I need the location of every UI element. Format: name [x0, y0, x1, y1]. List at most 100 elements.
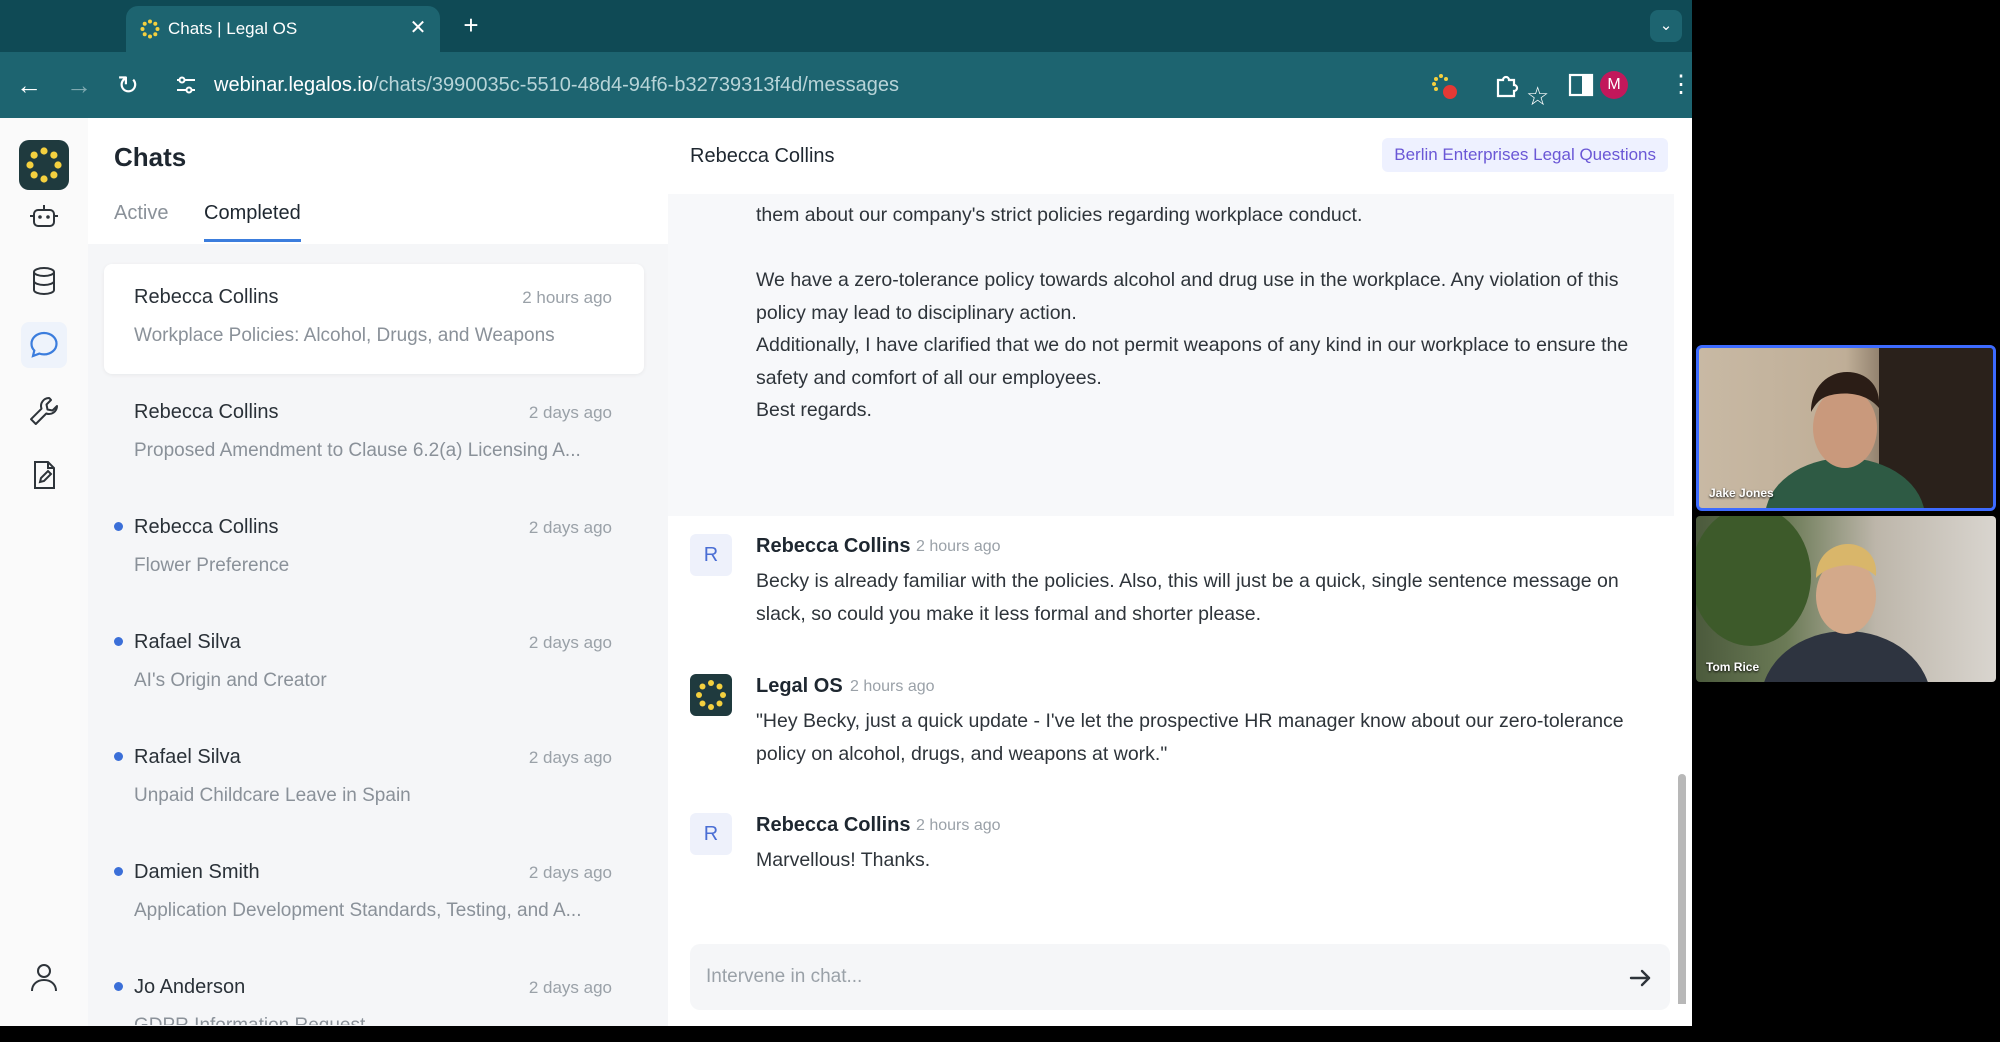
- chat-list-item[interactable]: Rafael Silva 2 days ago Unpaid Childcare…: [104, 724, 644, 834]
- message-paragraph: Additionally, I have clarified that we d…: [756, 334, 1629, 389]
- chat-list-item[interactable]: Jo Anderson 2 days ago GDPR Information …: [104, 954, 644, 1026]
- intervene-input[interactable]: [706, 962, 1586, 992]
- tab-active[interactable]: Active: [114, 202, 168, 239]
- tab-title: Chats | Legal OS: [168, 19, 298, 38]
- robot-icon[interactable]: [27, 200, 61, 234]
- chat-item-name: Damien Smith: [134, 861, 260, 883]
- message-text: "Hey Becky, just a quick update - I've l…: [756, 710, 1624, 765]
- address-bar[interactable]: webinar.legalos.io/chats/3990035c-5510-4…: [170, 63, 1549, 111]
- chat-list-item[interactable]: Rafael Silva 2 days ago AI's Origin and …: [104, 609, 644, 719]
- chat-item-time: 2 days ago: [528, 863, 612, 882]
- chat-item-time: 2 days ago: [528, 518, 612, 537]
- chat-item-subject: Application Development Standards, Testi…: [134, 900, 582, 921]
- back-arrow-icon[interactable]: ←: [12, 68, 46, 102]
- message-author: Rebecca Collins: [756, 535, 911, 557]
- avatar: R: [690, 813, 732, 855]
- chat-item-time: 2 hours ago: [522, 288, 612, 307]
- nav-rail: [0, 118, 88, 1026]
- chat-panel: Rebecca Collins Berlin Enterprises Legal…: [668, 118, 1692, 1026]
- chat-item-name: Rebecca Collins: [134, 516, 279, 538]
- wrench-icon[interactable]: [27, 394, 61, 428]
- video-tile[interactable]: Jake Jones: [1696, 345, 1996, 511]
- nav-chats[interactable]: [21, 322, 67, 368]
- chat-item-name: Rebecca Collins: [134, 286, 279, 308]
- participant-name: Tom Rice: [1706, 660, 1760, 674]
- chat-item-time: 2 days ago: [528, 403, 612, 422]
- browser-window: Chats | Legal OS ✕ + ⌄ ← → ↻ webinar.leg…: [0, 0, 1692, 1026]
- chat-list-item[interactable]: Rebecca Collins 2 hours ago Workplace Po…: [104, 264, 644, 374]
- participant-video: [1766, 348, 1993, 508]
- chat-item-name: Rebecca Collins: [134, 401, 279, 423]
- chat-item-subject: Workplace Policies: Alcohol, Drugs, and …: [134, 325, 555, 346]
- message-time: 2 hours ago: [916, 817, 1001, 834]
- chat-list-item[interactable]: Damien Smith 2 days ago Application Deve…: [104, 839, 644, 949]
- avatar: [690, 674, 732, 716]
- spinner-logo-icon: [140, 19, 160, 39]
- avatar: R: [690, 534, 732, 576]
- browser-tab[interactable]: Chats | Legal OS ✕: [126, 6, 440, 52]
- extension-logo-icon[interactable]: [1430, 72, 1460, 102]
- chat-item-subject: Unpaid Childcare Leave in Spain: [134, 785, 411, 806]
- message-time: 2 hours ago: [850, 678, 935, 695]
- chat-item-time: 2 days ago: [528, 633, 612, 652]
- tab-strip: Chats | Legal OS ✕ + ⌄: [0, 0, 1692, 52]
- chat-bubble-icon: [30, 331, 58, 358]
- chat-list-header: Chats Active Completed: [88, 118, 668, 244]
- chat-item-name: Jo Anderson: [134, 976, 246, 998]
- transcript-scrollbar[interactable]: [1675, 194, 1689, 1004]
- chat-item-name: Rafael Silva: [134, 746, 241, 768]
- send-arrow-icon[interactable]: [1624, 962, 1656, 994]
- workspace-badge[interactable]: Berlin Enterprises Legal Questions: [1382, 138, 1668, 172]
- bookmark-star-icon[interactable]: ☆: [1526, 81, 1549, 112]
- message-paragraph: Best regards.: [756, 399, 872, 421]
- message-paragraph: them about our company's strict policies…: [756, 204, 1363, 226]
- legal-os-app: Chats Active Completed Rebecca Collins 2…: [0, 118, 1692, 1026]
- document-edit-icon[interactable]: [27, 458, 61, 492]
- chat-item-time: 2 days ago: [528, 748, 612, 767]
- unread-dot: [114, 637, 123, 646]
- chat-header-name: Rebecca Collins: [690, 145, 835, 167]
- site-settings-icon[interactable]: [174, 73, 198, 97]
- message-paragraph: We have a zero-tolerance policy towards …: [756, 269, 1619, 324]
- chat-header: Rebecca Collins Berlin Enterprises Legal…: [668, 118, 1692, 194]
- reload-icon[interactable]: ↻: [111, 68, 145, 102]
- url-path: /chats/3990035c-5510-48d4-94f6-b32739313…: [373, 74, 899, 96]
- page-title: Chats: [114, 142, 187, 172]
- tab-search-chevron-icon[interactable]: ⌄: [1650, 10, 1682, 42]
- new-tab-icon[interactable]: +: [456, 11, 486, 41]
- browser-toolbar: ← → ↻ webinar.legalos.io/chats/3990035c-…: [0, 52, 1692, 118]
- message-text: Marvellous! Thanks.: [756, 849, 931, 871]
- chat-list-item[interactable]: Rebecca Collins 2 days ago Flower Prefer…: [104, 494, 644, 604]
- browser-menu-icon[interactable]: ⋮: [1664, 68, 1692, 102]
- chat-item-subject: Flower Preference: [134, 555, 290, 576]
- chat-item-name: Rafael Silva: [134, 631, 241, 653]
- database-icon[interactable]: [27, 264, 61, 298]
- forward-arrow-icon[interactable]: →: [62, 68, 96, 102]
- video-tile[interactable]: Tom Rice: [1696, 516, 1996, 682]
- message-author: Legal OS: [756, 675, 843, 697]
- message-transcript: them about our company's strict policies…: [668, 194, 1692, 1004]
- chat-item-time: 2 days ago: [528, 978, 612, 997]
- chat-item-subject: GDPR Information Request: [134, 1015, 622, 1025]
- message-composer: [690, 944, 1670, 1010]
- extensions-puzzle-icon[interactable]: [1492, 70, 1522, 100]
- url-host: webinar.legalos.io: [214, 74, 373, 96]
- participant-video: [1696, 516, 1928, 682]
- chat-list-item[interactable]: Rebecca Collins 2 days ago Proposed Amen…: [104, 379, 644, 489]
- message-text: Becky is already familiar with the polic…: [756, 570, 1619, 625]
- profile-avatar[interactable]: M: [1600, 71, 1628, 99]
- unread-dot: [114, 982, 123, 991]
- participant-name: Jake Jones: [1709, 486, 1774, 500]
- app-logo[interactable]: [19, 140, 69, 190]
- side-panel-icon[interactable]: [1568, 72, 1594, 98]
- url-text: webinar.legalos.io/chats/3990035c-5510-4…: [214, 74, 899, 97]
- scrollbar-thumb[interactable]: [1678, 774, 1686, 1004]
- previous-message: them about our company's strict policies…: [668, 194, 1674, 516]
- user-icon[interactable]: [27, 960, 61, 994]
- message-time: 2 hours ago: [916, 538, 1001, 555]
- unread-dot: [114, 867, 123, 876]
- close-tab-icon[interactable]: ✕: [406, 16, 430, 40]
- unread-dot: [114, 522, 123, 531]
- chat-list-panel: Chats Active Completed Rebecca Collins 2…: [88, 118, 668, 1026]
- tab-completed[interactable]: Completed: [204, 202, 301, 242]
